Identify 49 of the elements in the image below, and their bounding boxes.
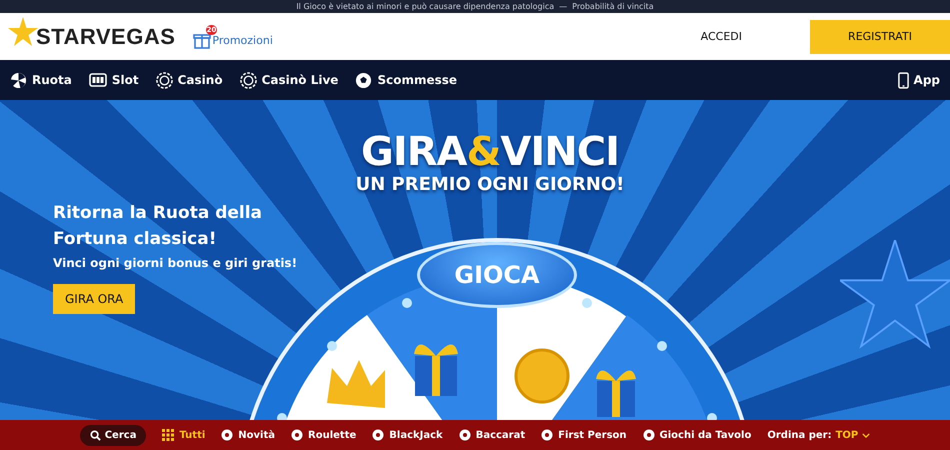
- category-tab[interactable]: Baccarat: [458, 429, 526, 441]
- banner-tagline: UN PREMIO OGNI GIORNO!: [354, 174, 626, 195]
- casino-chip-icon: [156, 72, 173, 88]
- grid-icon: [162, 429, 174, 441]
- category-icon: [642, 429, 655, 441]
- crown-drawing: [327, 360, 385, 408]
- category-icon: [458, 429, 471, 441]
- gift-box-drawing: [414, 344, 458, 396]
- category-tab[interactable]: Tutti: [162, 429, 206, 441]
- login-button[interactable]: ACCEDI: [694, 29, 748, 44]
- sort-dropdown[interactable]: TOP: [836, 430, 870, 440]
- category-icon: [291, 429, 304, 441]
- separator-text: —: [559, 2, 568, 11]
- hero-heading: Ritorna la Ruota della Fortuna classica!: [53, 202, 263, 251]
- casino-chip-icon: [240, 72, 257, 88]
- category-icon: [541, 429, 554, 441]
- spin-now-button[interactable]: GIRA ORA: [53, 284, 136, 314]
- nav-item[interactable]: Ruota: [10, 72, 72, 88]
- gift-icon: [193, 31, 212, 49]
- sort-label: Ordina per:: [767, 430, 832, 440]
- soccer-ball-icon: [355, 72, 372, 88]
- category-tab[interactable]: Novità: [221, 429, 276, 441]
- category-tab[interactable]: First Person: [541, 429, 627, 441]
- nav-item[interactable]: Slot: [88, 73, 139, 87]
- category-tab[interactable]: Roulette: [291, 429, 356, 441]
- search-button[interactable]: Cerca: [80, 424, 146, 446]
- odds-link[interactable]: Probabilità di vincita: [572, 2, 654, 11]
- chevron-down-icon: [862, 432, 870, 438]
- star-logo-icon: [8, 16, 38, 46]
- smartphone-icon: [898, 72, 909, 88]
- nav-item[interactable]: Scommesse: [355, 72, 458, 88]
- category-tab[interactable]: BlackJack: [372, 429, 443, 441]
- register-button[interactable]: REGISTRATI: [810, 20, 950, 54]
- slot-machine-icon: [88, 73, 107, 87]
- nav-item[interactable]: Casinò Live: [240, 72, 338, 88]
- wheel-icon: [10, 72, 27, 88]
- banner-title: GIRA&VINCI: [360, 130, 620, 174]
- nav-item[interactable]: Casinò: [156, 72, 223, 88]
- category-icon: [372, 429, 384, 441]
- category-icon: [221, 429, 234, 441]
- logo-text[interactable]: STARVEGAS: [36, 24, 176, 50]
- coin-drawing: [514, 348, 570, 404]
- app-link[interactable]: App: [898, 72, 940, 88]
- star-icon: [840, 240, 950, 350]
- hero-subheading: Vinci ogni giorni bonus e giri gratis!: [53, 256, 298, 270]
- gift-box-drawing: [596, 370, 636, 417]
- age-warning-text: Il Gioco è vietato ai minori e può causare dipendenza patologica: [296, 2, 554, 11]
- category-tab[interactable]: Giochi da Tavolo: [642, 429, 752, 441]
- search-icon: [90, 430, 101, 440]
